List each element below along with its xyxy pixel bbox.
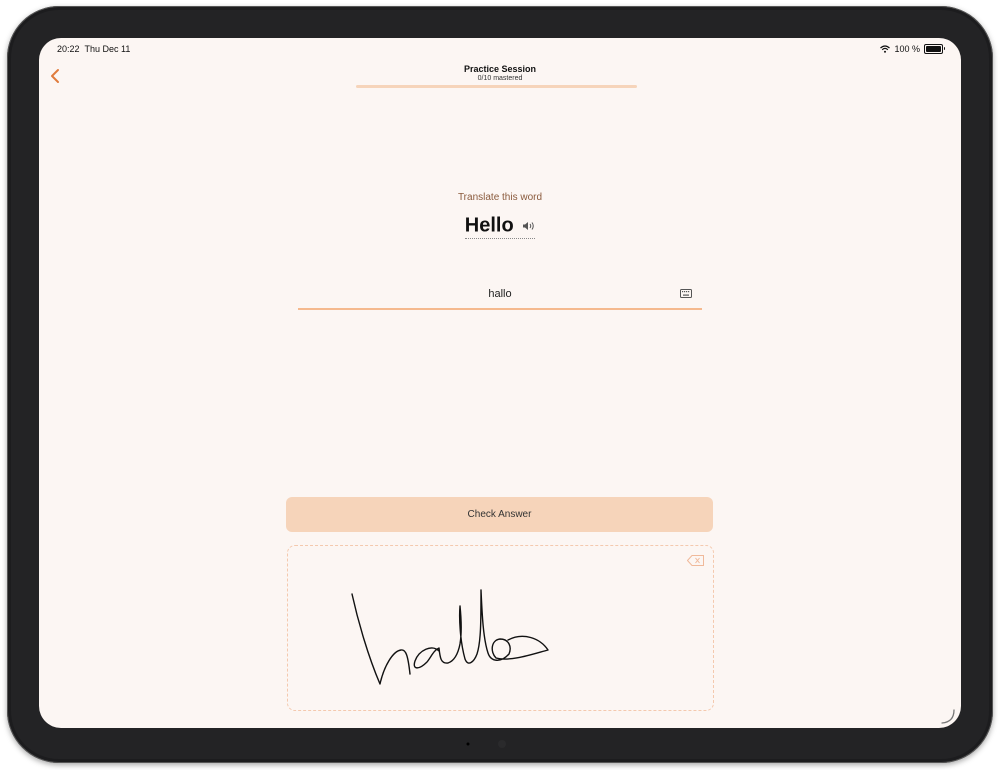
clock-date: Thu Dec 11: [84, 44, 131, 54]
progress-bar: [356, 85, 637, 88]
page-title: Practice Session: [463, 64, 537, 74]
battery-icon: [924, 44, 945, 54]
status-indicators: 100 %: [880, 44, 945, 54]
battery-percent: 100 %: [894, 44, 920, 54]
handwriting-ink: [351, 589, 549, 685]
mastery-count: 0/10 mastered: [477, 75, 523, 82]
check-answer-button[interactable]: Check Answer: [286, 497, 713, 532]
clock-time: 20:22: [57, 44, 80, 54]
speaker-icon[interactable]: [522, 221, 535, 231]
app-screen: 20:22 Thu Dec 11 100 % Practice Session …: [39, 38, 961, 728]
answer-field: [298, 283, 702, 310]
resize-corner-icon: [941, 709, 955, 724]
question-word[interactable]: Hello: [464, 213, 536, 239]
answer-input[interactable]: [298, 283, 702, 305]
home-screen-dots: [466, 740, 506, 748]
wifi-icon: [880, 45, 891, 53]
keyboard-icon[interactable]: [680, 289, 692, 298]
question-word-text: Hello: [464, 214, 514, 237]
status-time: 20:22 Thu Dec 11: [57, 44, 130, 54]
question-prompt: Translate this word: [457, 192, 543, 203]
handwriting-canvas[interactable]: [287, 545, 714, 711]
question-word-row: Hello: [39, 213, 961, 239]
